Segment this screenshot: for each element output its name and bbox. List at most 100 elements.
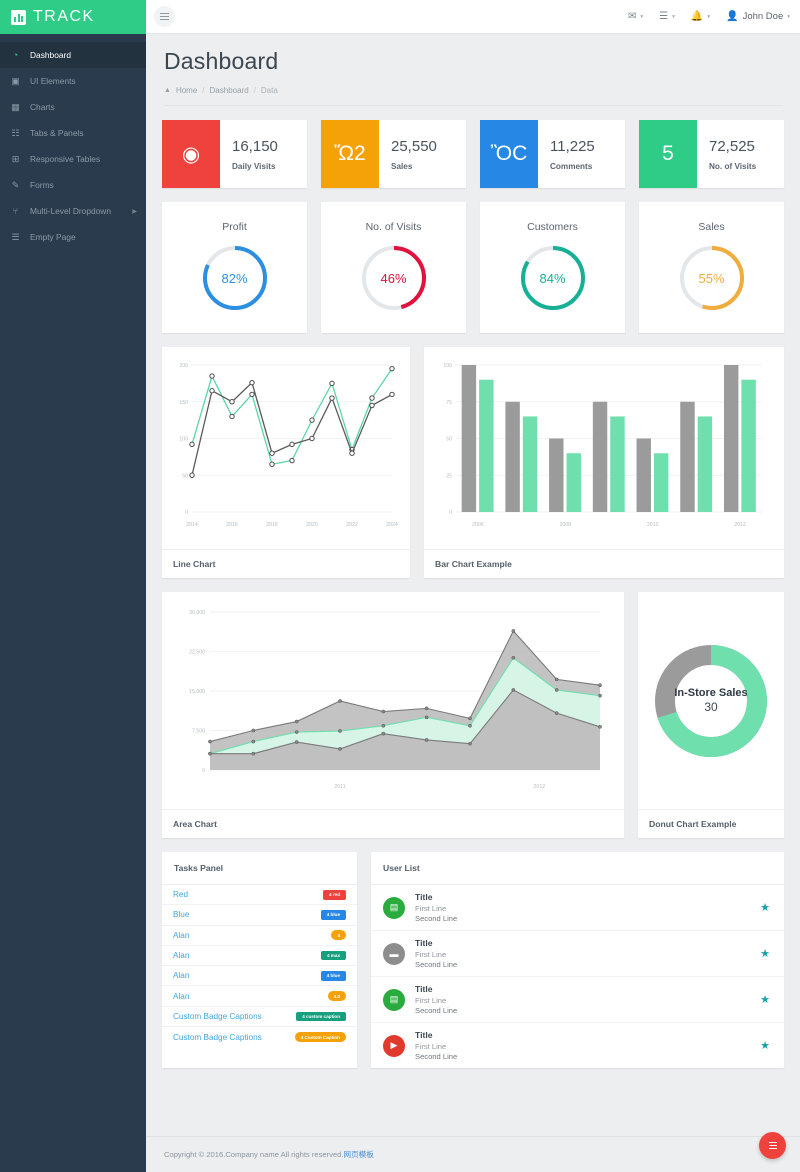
svg-text:2012: 2012 xyxy=(734,522,746,528)
task-row[interactable]: Alan 4 xyxy=(162,926,357,946)
gauge-value: 46% xyxy=(358,242,430,314)
list-item-line2: Second Line xyxy=(415,1006,750,1015)
line-chart-title: Line Chart xyxy=(162,549,410,578)
status-badge: 4 max xyxy=(321,951,346,961)
task-row[interactable]: Custom Badge Captions 4 custom caption xyxy=(162,1007,357,1027)
bar-chart-title: Bar Chart Example xyxy=(424,549,784,578)
task-row[interactable]: Blue 4 blue xyxy=(162,905,357,925)
svg-text:2024: 2024 xyxy=(386,522,398,528)
star-icon[interactable]: ★ xyxy=(760,1039,770,1052)
gauge-title: Customers xyxy=(527,221,578,233)
svg-text:22,500: 22,500 xyxy=(189,650,205,656)
breadcrumb-separator: / xyxy=(202,86,204,95)
status-badge: 4.0 xyxy=(328,991,346,1001)
svg-text:75: 75 xyxy=(446,400,452,406)
main-region: ✉ ▾ ☰ ▾ 🔔 ▾ 👤 John Doe ▾ Dashbo xyxy=(146,0,800,1172)
svg-text:50: 50 xyxy=(446,437,452,443)
task-row[interactable]: Alan 4.0 xyxy=(162,986,357,1006)
chevron-down-icon: ▾ xyxy=(672,14,675,20)
topbar-item-tasks[interactable]: ☰ ▾ xyxy=(659,11,675,22)
page-title: Dashboard xyxy=(164,48,782,75)
area-chart-panel: 07,50015,00022,50030,00020112012 Area Ch… xyxy=(162,592,624,838)
chart-icon: ▦ xyxy=(10,103,21,112)
sidebar-item-dashboard[interactable]: ◔ Dashboard xyxy=(0,42,146,68)
gauge-ring: 82% xyxy=(199,242,271,314)
content-area: ◉ 16,150 Daily Visits Ὥ2 25,550 Sales ὊC… xyxy=(146,106,800,1136)
breadcrumb-item[interactable]: Data xyxy=(261,86,278,95)
gauge-value: 84% xyxy=(517,242,589,314)
task-row[interactable]: Alan 4 blue xyxy=(162,966,357,986)
topbar-item-notifications[interactable]: 🔔 ▾ xyxy=(691,11,710,22)
comment-icon: ὊC xyxy=(480,120,538,188)
floating-menu-button[interactable] xyxy=(759,1132,786,1159)
list-item[interactable]: ▬ Title First Line Second Line ★ xyxy=(371,931,784,977)
svg-text:2016: 2016 xyxy=(226,522,238,528)
star-icon[interactable]: ★ xyxy=(760,947,770,960)
sidebar-item-tabs-panels[interactable]: ☷ Tabs & Panels xyxy=(0,120,146,146)
task-row[interactable]: Custom Badge Captions 4 Custom Caption xyxy=(162,1027,357,1047)
stat-card-body: 72,525 No. of Visits xyxy=(697,120,784,188)
play-icon: ▶ xyxy=(383,1035,405,1057)
svg-text:2010: 2010 xyxy=(647,522,659,528)
list-item[interactable]: ▤ Title First Line Second Line ★ xyxy=(371,977,784,1023)
list-item-line2: Second Line xyxy=(415,1052,750,1061)
list-item-text: Title First Line Second Line xyxy=(415,938,750,969)
star-icon[interactable]: ★ xyxy=(760,993,770,1006)
svg-text:2022: 2022 xyxy=(346,522,358,528)
sidebar-item-multi-level-dropdown[interactable]: ⑂ Multi-Level Dropdown ▶ xyxy=(0,198,146,224)
cart-icon: Ὥ2 xyxy=(321,120,379,188)
stat-card[interactable]: ὊC 11,225 Comments xyxy=(480,120,625,188)
stat-card[interactable]: Ὥ2 25,550 Sales xyxy=(321,120,466,188)
list-item[interactable]: ▤ Title First Line Second Line ★ xyxy=(371,885,784,931)
list-icon: ☰ xyxy=(659,11,668,22)
list-item-text: Title First Line Second Line xyxy=(415,984,750,1015)
donut-ring: In-Store Sales 30 xyxy=(649,639,773,763)
star-icon[interactable]: ★ xyxy=(760,901,770,914)
stat-card[interactable]: ὆5 72,525 No. of Visits xyxy=(639,120,784,188)
sidebar-item-forms[interactable]: ✎ Forms xyxy=(0,172,146,198)
sitemap-icon: ⑂ xyxy=(10,207,21,216)
sidebar-item-empty-page[interactable]: ☰ Empty Page xyxy=(0,224,146,250)
footer-link[interactable]: 网页模板 xyxy=(344,1150,374,1159)
bar-chart-plot: 02550751002006200820102012 xyxy=(424,347,784,549)
svg-text:0: 0 xyxy=(449,510,452,516)
brand[interactable]: TRACK xyxy=(0,0,146,34)
topbar-actions: ✉ ▾ ☰ ▾ 🔔 ▾ 👤 John Doe ▾ xyxy=(628,11,790,22)
svg-text:0: 0 xyxy=(202,768,205,774)
sidebar-item-responsive-tables[interactable]: ⊞ Responsive Tables xyxy=(0,146,146,172)
gauge-title: No. of Visits xyxy=(366,221,422,233)
gauge-card: Customers 84% xyxy=(480,202,625,333)
sidebar-nav: ◔ Dashboard ▣ UI Elements ▦ Charts ☷ Tab… xyxy=(0,34,146,250)
stat-label: Comments xyxy=(550,162,625,171)
list-item[interactable]: ▶ Title First Line Second Line ★ xyxy=(371,1023,784,1068)
list-item-title: Title xyxy=(415,892,750,902)
topbar-user-menu[interactable]: 👤 John Doe ▾ xyxy=(726,11,790,22)
tasks-list: Red 4 red Blue 4 blue Alan 4 Alan 4 max … xyxy=(162,885,357,1047)
hamburger-icon[interactable] xyxy=(154,6,175,27)
user-list: ▤ Title First Line Second Line ★ ▬ Title… xyxy=(371,885,784,1068)
task-label: Alan xyxy=(173,971,321,980)
topbar-item-messages[interactable]: ✉ ▾ xyxy=(628,11,643,22)
bar-chart-panel: 02550751002006200820102012 Bar Chart Exa… xyxy=(424,347,784,578)
task-row[interactable]: Alan 4 max xyxy=(162,946,357,966)
topbar: ✉ ▾ ☰ ▾ 🔔 ▾ 👤 John Doe ▾ xyxy=(146,0,800,34)
task-label: Alan xyxy=(173,951,321,960)
task-label: Blue xyxy=(173,910,321,919)
stat-card[interactable]: ◉ 16,150 Daily Visits xyxy=(162,120,307,188)
tasks-panel-title: Tasks Panel xyxy=(162,852,357,885)
sidebar-item-charts[interactable]: ▦ Charts xyxy=(0,94,146,120)
bell-icon: 🔔 xyxy=(691,11,703,22)
gauge-card: No. of Visits 46% xyxy=(321,202,466,333)
svg-text:2020: 2020 xyxy=(306,522,318,528)
gauge-value: 55% xyxy=(676,242,748,314)
edit-icon: ✎ xyxy=(10,181,21,190)
task-row[interactable]: Red 4 red xyxy=(162,885,357,905)
breadcrumb-item[interactable]: Home xyxy=(176,86,197,95)
bar-chart-icon xyxy=(11,10,26,25)
breadcrumb-item[interactable]: Dashboard xyxy=(210,86,249,95)
charts-row-1: 050100150200201420162018202020222024 Lin… xyxy=(162,347,784,578)
task-label: Alan xyxy=(173,931,331,940)
sidebar-item-ui-elements[interactable]: ▣ UI Elements xyxy=(0,68,146,94)
gauge-card: Profit 82% xyxy=(162,202,307,333)
file-icon: ☰ xyxy=(10,233,21,242)
